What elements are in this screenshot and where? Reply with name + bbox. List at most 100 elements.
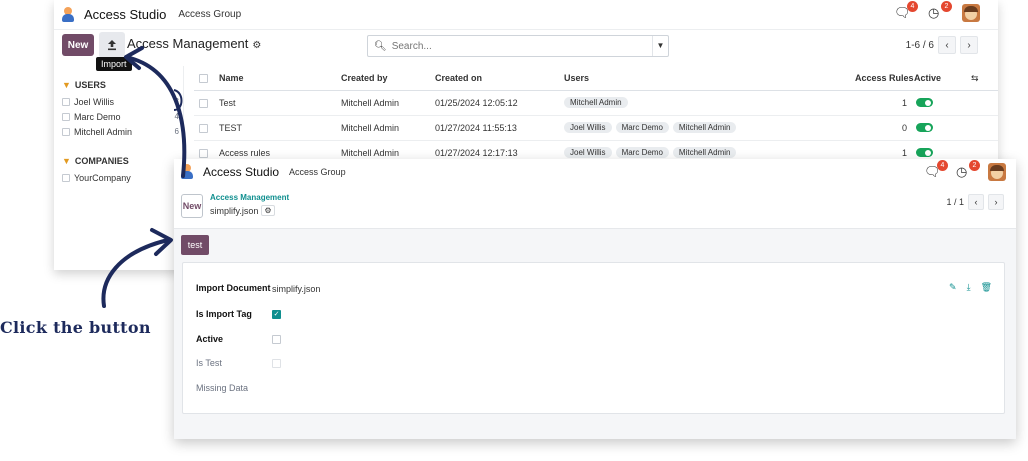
menu-access-group[interactable]: Access Group bbox=[178, 9, 241, 20]
import-document-label: Import Document bbox=[196, 283, 271, 293]
avatar[interactable] bbox=[988, 163, 1006, 181]
column-created-by[interactable]: Created by bbox=[341, 73, 388, 83]
pager-value[interactable]: 1 / 1 bbox=[946, 197, 964, 207]
new-button[interactable]: New bbox=[62, 34, 94, 56]
filter-count: 6 bbox=[174, 127, 179, 136]
filter-item[interactable]: YourCompany bbox=[54, 171, 183, 184]
clock-icon[interactable]: ◷ 2 bbox=[928, 1, 952, 22]
app-icon[interactable] bbox=[181, 164, 195, 180]
control-panel: New Access Management⚙ 🔍︎ ▼ 1-6 / 6 ‹ › bbox=[54, 30, 998, 62]
pager: 1 / 1 ‹ › bbox=[946, 194, 1004, 210]
app-name[interactable]: Access Studio bbox=[84, 7, 166, 22]
filter-checkbox[interactable] bbox=[62, 112, 70, 121]
filter-item[interactable]: Marc Demo 4 bbox=[54, 110, 183, 123]
is-import-tag-label: Is Import Tag bbox=[196, 309, 252, 319]
screenshot-stage: Access Studio Access Group 🗨 4 ◷ 2 New Acc… bbox=[0, 0, 1028, 461]
is-test-label: Is Test bbox=[196, 358, 222, 368]
filter-item[interactable]: Mitchell Admin 6 bbox=[54, 125, 183, 138]
filter-label: Joel Willis bbox=[74, 96, 115, 107]
user-tag[interactable]: Marc Demo bbox=[615, 147, 669, 158]
chat-badge: 4 bbox=[937, 160, 948, 171]
select-all-checkbox[interactable] bbox=[199, 74, 208, 83]
filter-item[interactable]: Joel Willis 3 bbox=[54, 95, 183, 108]
chat-badge: 4 bbox=[907, 1, 918, 12]
column-access-rules[interactable]: Access Rules bbox=[855, 73, 914, 83]
trash-icon[interactable]: 🗑︎ bbox=[981, 282, 992, 293]
cell-created-by: Mitchell Admin bbox=[341, 98, 400, 108]
row-checkbox[interactable] bbox=[199, 124, 208, 133]
pager-prev-button[interactable]: ‹ bbox=[968, 194, 984, 210]
filter-count: 3 bbox=[174, 97, 179, 106]
pager-next-button[interactable]: › bbox=[988, 194, 1004, 210]
app-icon[interactable] bbox=[62, 6, 76, 23]
pager: 1-6 / 6 ‹ › bbox=[906, 36, 978, 54]
filter-count: 4 bbox=[174, 112, 179, 121]
import-button[interactable] bbox=[99, 32, 125, 58]
column-active[interactable]: Active bbox=[914, 73, 941, 83]
download-icon[interactable]: ⤓ bbox=[967, 282, 971, 293]
search-icon: 🔍︎ bbox=[374, 40, 387, 52]
is-test-checkbox[interactable] bbox=[272, 359, 281, 368]
app-name[interactable]: Access Studio bbox=[203, 165, 279, 179]
table-header: Name Created by Created on Users Access … bbox=[194, 66, 998, 91]
search-input[interactable] bbox=[391, 40, 652, 52]
pager-value[interactable]: 1-6 / 6 bbox=[906, 40, 934, 51]
filter-label: Mitchell Admin bbox=[74, 126, 133, 137]
table-row[interactable]: Test Mitchell Admin 01/25/2024 12:05:12 Mit… bbox=[194, 91, 998, 116]
active-toggle[interactable] bbox=[916, 123, 933, 132]
column-name[interactable]: Name bbox=[219, 73, 244, 83]
optional-columns-icon[interactable]: ⇆ bbox=[971, 73, 979, 84]
gear-icon[interactable]: ⚙ bbox=[261, 205, 275, 216]
active-toggle[interactable] bbox=[916, 98, 933, 107]
chat-icon[interactable]: 🗨 4 bbox=[924, 160, 948, 181]
pager-prev-button[interactable]: ‹ bbox=[938, 36, 956, 54]
cell-name: TEST bbox=[219, 123, 243, 133]
user-tag[interactable]: Mitchell Admin bbox=[672, 147, 737, 158]
import-document-value[interactable]: simplify.json bbox=[272, 284, 320, 294]
search-dropdown-toggle[interactable]: ▼ bbox=[652, 36, 668, 56]
page-title: Access Management ⚙ bbox=[127, 36, 261, 51]
avatar[interactable] bbox=[962, 4, 980, 22]
row-checkbox[interactable] bbox=[199, 149, 208, 158]
cell-users: Mitchell Admin bbox=[564, 97, 632, 108]
table-row[interactable]: TEST Mitchell Admin 01/27/2024 11:55:13 Joe… bbox=[194, 116, 998, 141]
column-created-on[interactable]: Created on bbox=[435, 73, 482, 83]
active-label: Active bbox=[196, 334, 224, 344]
filter-checkbox[interactable] bbox=[62, 97, 70, 106]
funnel-icon: ▼ bbox=[62, 156, 71, 166]
annotation-label: Click the button bbox=[0, 318, 151, 337]
clock-icon[interactable]: ◷ 2 bbox=[956, 160, 980, 181]
active-checkbox[interactable] bbox=[272, 335, 281, 344]
menu-access-group[interactable]: Access Group bbox=[289, 167, 346, 177]
filter-label: YourCompany bbox=[74, 172, 131, 183]
user-tag[interactable]: Joel Willis bbox=[564, 122, 612, 133]
new-button[interactable]: New bbox=[181, 194, 203, 218]
search-bar[interactable]: 🔍︎ ▼ bbox=[367, 35, 669, 57]
record-title: simplify.json ⚙ bbox=[210, 205, 275, 216]
user-tag[interactable]: Joel Willis bbox=[564, 147, 612, 158]
pager-next-button[interactable]: › bbox=[960, 36, 978, 54]
pencil-icon[interactable]: ✎ bbox=[949, 282, 957, 293]
cell-created-on: 01/27/2024 11:55:13 bbox=[435, 123, 517, 133]
chat-icon[interactable]: 🗨 4 bbox=[894, 1, 918, 22]
cell-created-by: Mitchell Admin bbox=[341, 123, 400, 133]
user-tag[interactable]: Marc Demo bbox=[615, 122, 669, 133]
cell-created-by: Mitchell Admin bbox=[341, 148, 400, 158]
missing-data-label: Missing Data bbox=[196, 383, 249, 393]
is-import-tag-checkbox[interactable]: ✓ bbox=[272, 310, 281, 319]
active-toggle[interactable] bbox=[916, 148, 933, 157]
user-tag[interactable]: Mitchell Admin bbox=[672, 122, 737, 133]
user-tag[interactable]: Mitchell Admin bbox=[564, 97, 628, 108]
activity-badge: 2 bbox=[941, 1, 952, 12]
attachment-actions: ✎ ⤓ 🗑︎ bbox=[949, 282, 992, 293]
breadcrumb[interactable]: Access Management bbox=[210, 193, 289, 202]
filter-checkbox[interactable] bbox=[62, 127, 70, 136]
row-checkbox[interactable] bbox=[199, 99, 208, 108]
column-users[interactable]: Users bbox=[564, 73, 589, 83]
gear-icon[interactable]: ⚙ bbox=[252, 40, 261, 51]
cell-access-rules: 1 bbox=[902, 148, 908, 158]
filter-checkbox[interactable] bbox=[62, 173, 70, 182]
cell-created-on: 01/25/2024 12:05:12 bbox=[435, 98, 518, 108]
funnel-icon: ▼ bbox=[62, 80, 71, 90]
test-action-button[interactable]: test bbox=[181, 235, 209, 255]
